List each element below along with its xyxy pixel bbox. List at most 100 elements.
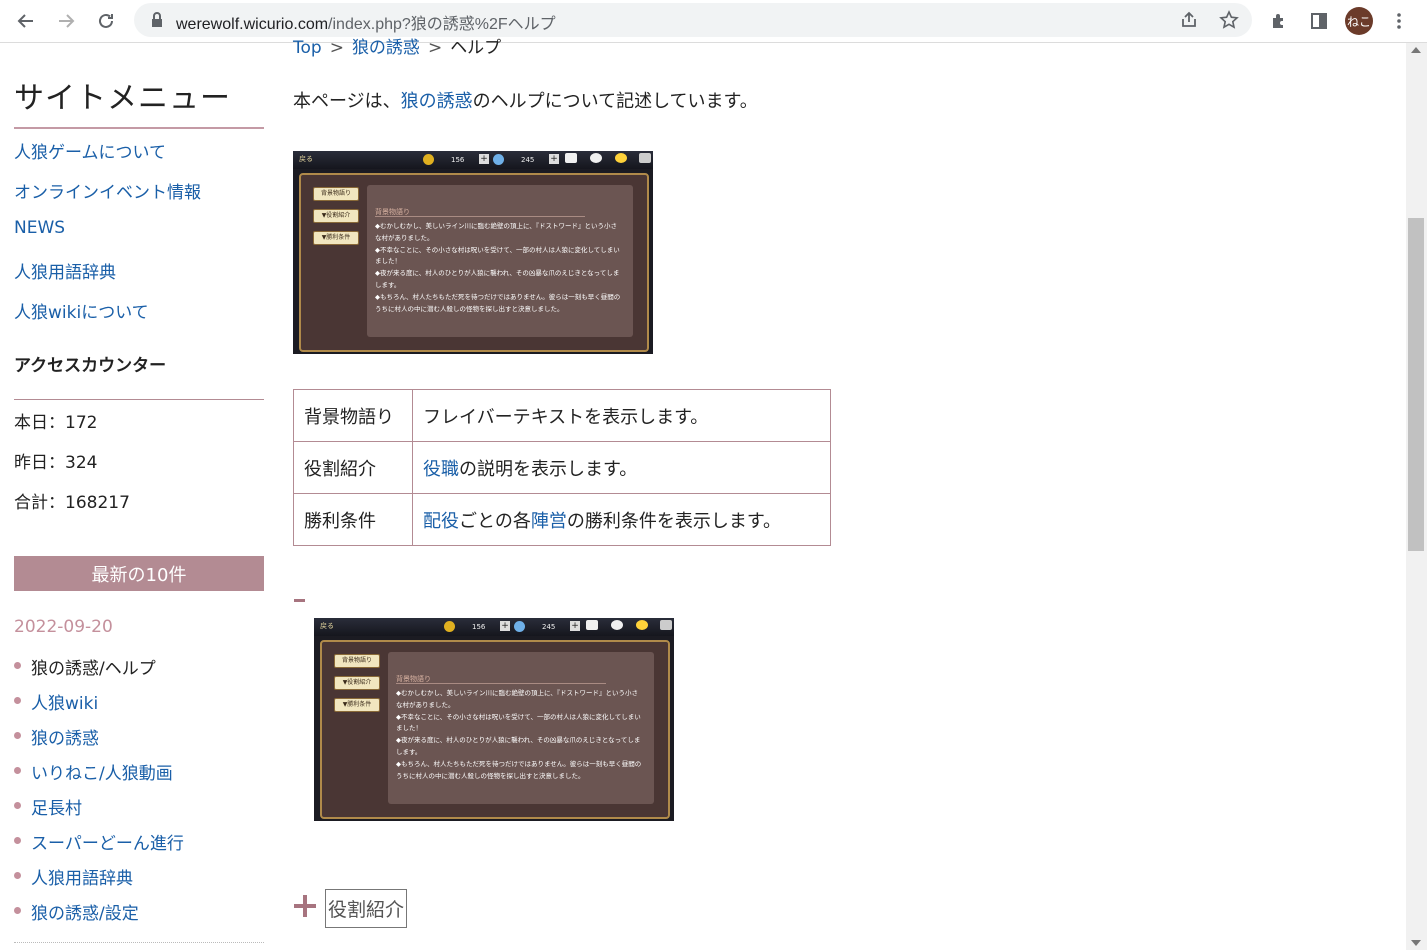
latest-item[interactable]: いりねこ/人狼動画 [14, 759, 264, 784]
game-back-label: 戻る [299, 155, 313, 163]
counter-yesterday: 昨日：324 [14, 453, 98, 473]
menu-link-werewolf-game[interactable]: 人狼ゲームについて [14, 138, 166, 163]
intro-prefix: 本ページは、 [293, 91, 401, 112]
gem-icon [514, 621, 525, 632]
scroll-up-arrow-icon[interactable] [1411, 47, 1421, 53]
latest-item-label: 人狼用語辞典 [31, 869, 133, 889]
coin-icon [423, 154, 434, 165]
latest-item[interactable]: 狼の誘惑/ヘルプ [14, 654, 264, 679]
desc-text: の説明を表示します。 [459, 458, 638, 480]
mail-icon [565, 153, 577, 163]
forward-arrow-icon[interactable] [51, 6, 81, 36]
desc-text: ごとの各 [459, 510, 531, 532]
message-icon [590, 153, 602, 163]
address-bar[interactable]: werewolf.wicurio.com/index.php?狼の誘惑%2Fヘル… [134, 3, 1252, 37]
help-table: 背景物語り フレイバーテキストを表示します。 役割紹介 役職の説明を表示します。… [293, 389, 831, 546]
counter-total: 合計：168217 [14, 493, 130, 513]
breadcrumb-top[interactable]: Top [293, 38, 322, 58]
bullet-icon [14, 837, 21, 844]
bullet-icon [14, 907, 21, 914]
plus-icon: + [500, 621, 510, 631]
latest-item[interactable]: 狼の誘惑 [14, 724, 264, 749]
collapse-minus-icon[interactable] [294, 599, 305, 602]
counter-today: 本日：172 [14, 413, 98, 433]
latest-item-label: 狼の誘惑 [31, 729, 99, 749]
desc-text: フレイバーテキストを表示します。 [423, 406, 709, 428]
casting-link[interactable]: 配役 [423, 511, 459, 532]
plus-icon: + [549, 154, 559, 164]
access-counter-title: アクセスカウンター [14, 356, 167, 376]
gem-count: 245 [542, 623, 556, 631]
desc-text: の勝利条件を表示します。 [566, 510, 782, 532]
site-menu-title: サイトメニュー [14, 81, 231, 116]
panel-line: ◆もちろん、村人たちもただ死を待つだけではありません。彼らは一刻も早く昼間のうち… [375, 292, 621, 313]
divider [375, 216, 585, 217]
lock-icon[interactable] [142, 5, 172, 35]
back-arrow-icon[interactable] [11, 6, 41, 36]
breadcrumb-current: ヘルプ [450, 38, 502, 58]
side-panel-icon[interactable] [1304, 6, 1334, 36]
divider [14, 127, 264, 129]
coin-icon [444, 621, 455, 632]
scroll-down-arrow-icon[interactable] [1411, 940, 1421, 946]
latest-item[interactable]: 人狼wiki [14, 689, 264, 714]
settings-icon [660, 620, 672, 630]
panel-line: ◆夜が来る度に、村人のひとりが人狼に襲われ、その凶暴な爪のえじきとなってしましま… [396, 736, 641, 756]
intro-suffix: のヘルプについて記述しています。 [472, 91, 758, 112]
breadcrumb: Top > 狼の誘惑 > ヘルプ [293, 33, 501, 58]
panel-line: ◆むかしむかし、美しいライン川に臨む絶壁の頂上に、『ドストワード』という小さな村… [396, 689, 639, 709]
intro-game-link[interactable]: 狼の誘惑 [401, 91, 473, 112]
plus-icon: + [479, 154, 489, 164]
more-menu-icon[interactable] [1384, 6, 1414, 36]
bookmark-star-icon[interactable] [1214, 5, 1244, 35]
gem-count: 245 [521, 156, 535, 164]
role-intro-toggle-button[interactable]: 役割紹介 [325, 889, 407, 928]
latest-item[interactable]: スーパーどーん進行 [14, 829, 264, 854]
game-frame: 背景物語り ▼役割紹介 ▼勝利条件 背景物語り ◆むかしむかし、美しいライン川に… [299, 173, 649, 352]
table-row: 役割紹介 役職の説明を表示します。 [293, 441, 831, 494]
bullet-icon [14, 662, 21, 669]
latest-date: 2022-09-20 [14, 617, 113, 637]
latest-item-label: 狼の誘惑/設定 [31, 904, 139, 924]
game-tab-button: 背景物語り [334, 654, 380, 668]
panel-line: ◆不幸なことに、その小さな村は呪いを受けて、一部の村人は人狼に変化してしまいまし… [396, 712, 641, 733]
latest-item-label: 人狼wiki [31, 694, 99, 714]
scroll-thumb[interactable] [1408, 218, 1424, 551]
reload-icon[interactable] [91, 6, 121, 36]
latest-item[interactable]: 人狼用語辞典 [14, 864, 264, 889]
table-term: 背景物語り [293, 389, 413, 442]
bullet-icon [14, 697, 21, 704]
share-icon[interactable] [1174, 5, 1204, 35]
panel-text: ◆むかしむかし、美しいライン川に臨む絶壁の頂上に、『ドストワード』という小さな村… [375, 221, 623, 315]
table-desc: 役職の説明を表示します。 [412, 441, 831, 494]
extensions-icon[interactable] [1264, 6, 1294, 36]
browser-toolbar: werewolf.wicurio.com/index.php?狼の誘惑%2Fヘル… [0, 0, 1427, 43]
coin-count: 156 [472, 623, 486, 631]
expand-plus-icon[interactable] [294, 895, 316, 917]
profile-avatar[interactable]: ねこ [1345, 7, 1373, 35]
menu-link-glossary[interactable]: 人狼用語辞典 [14, 258, 116, 283]
breadcrumb-game[interactable]: 狼の誘惑 [352, 38, 420, 58]
game-text-panel: 背景物語り ◆むかしむかし、美しいライン川に臨む絶壁の頂上に、『ドストワード』と… [367, 185, 633, 337]
menu-link-online-events[interactable]: オンラインイベント情報 [14, 178, 201, 203]
latest-item[interactable]: 狼の誘惑/設定 [14, 899, 264, 924]
url-text: werewolf.wicurio.com/index.php?狼の誘惑%2Fヘル… [176, 16, 556, 33]
role-link[interactable]: 役職 [423, 459, 459, 480]
game-tab-button: ▼勝利条件 [334, 698, 380, 712]
coin-count: 156 [451, 156, 465, 164]
divider [14, 942, 264, 943]
intro-text: 本ページは、狼の誘惑のヘルプについて記述しています。 [293, 87, 758, 113]
game-topbar: 戻る 156 + 245 + [293, 151, 653, 169]
latest-item[interactable]: 足長村 [14, 794, 264, 819]
page-scrollbar[interactable] [1406, 43, 1427, 950]
menu-link-about-wiki[interactable]: 人狼wikiについて [14, 298, 149, 323]
menu-link-news[interactable]: NEWS [14, 218, 65, 238]
bullet-icon [14, 767, 21, 774]
table-term: 勝利条件 [293, 493, 413, 546]
help-screenshot-image: 戻る 156 + 245 + 背景物語り ▼役割紹介 ▼勝利条件 背景物語り ◆… [293, 151, 653, 354]
table-term: 役割紹介 [293, 441, 413, 494]
bullet-icon [14, 802, 21, 809]
game-frame: 背景物語り ▼役割紹介 ▼勝利条件 背景物語り ◆むかしむかし、美しいライン川に… [320, 640, 670, 819]
plus-icon: + [570, 621, 580, 631]
faction-link[interactable]: 陣営 [531, 511, 567, 532]
